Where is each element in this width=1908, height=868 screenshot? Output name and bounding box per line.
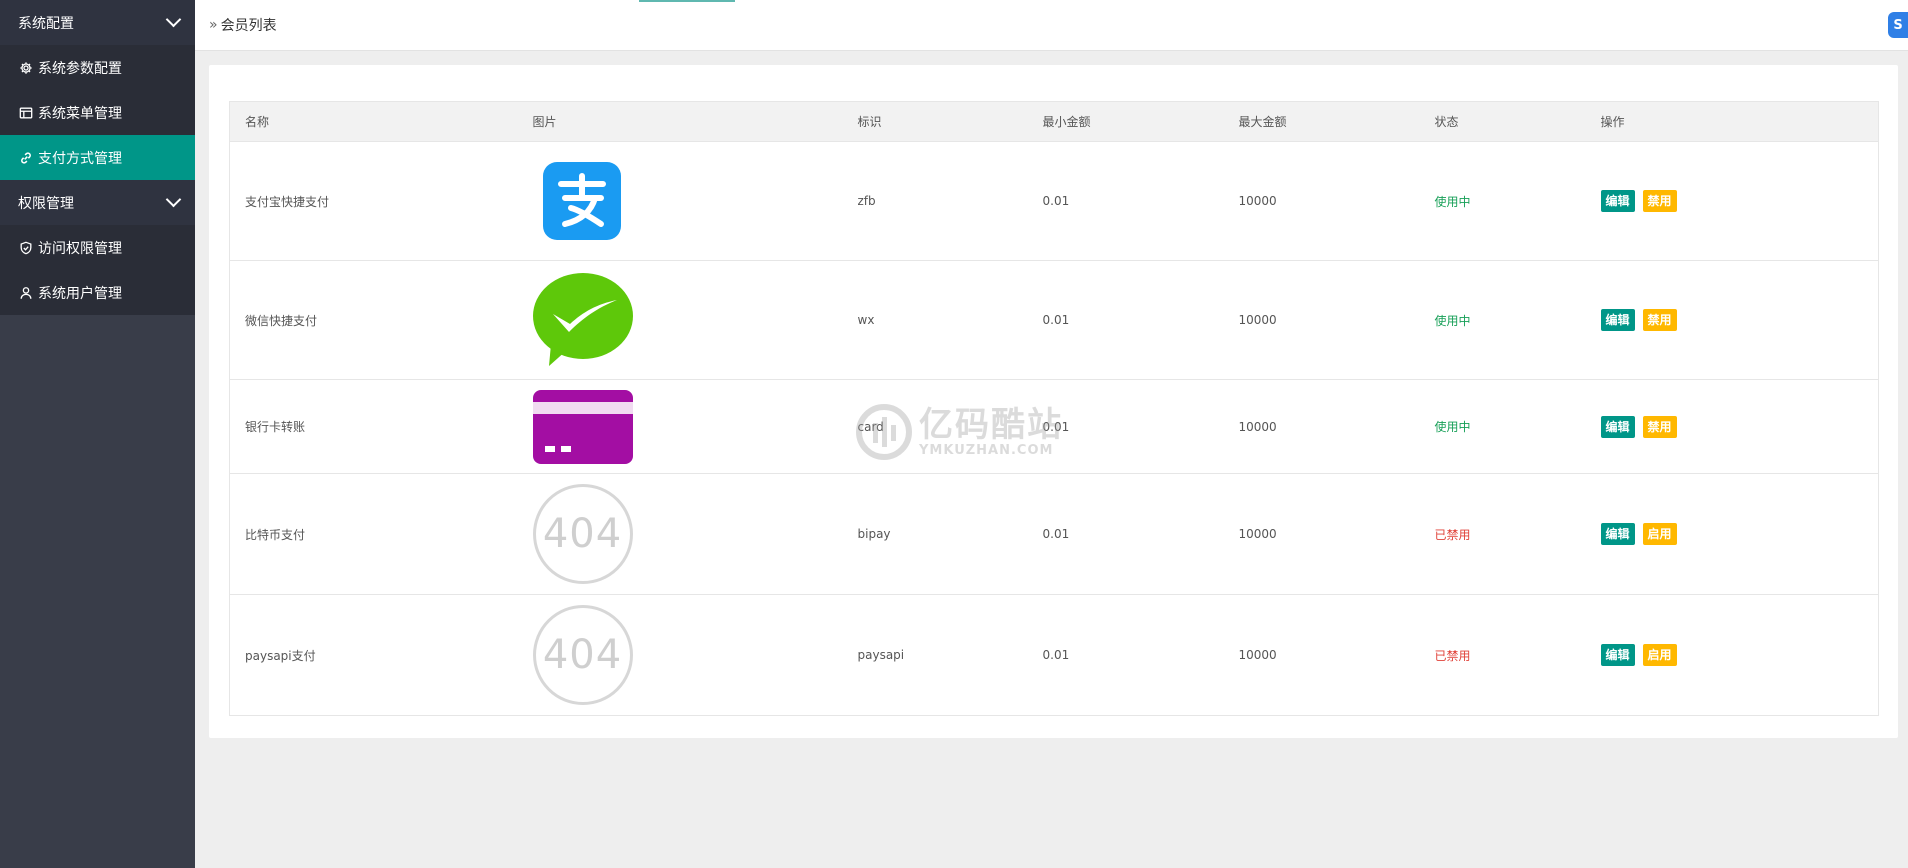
cell-code: bipay	[842, 473, 1028, 595]
table-header-row: 名称 图片 标识 最小金额 最大金额 状态 操作	[229, 101, 1879, 142]
corner-app-icon[interactable]: S	[1888, 12, 1908, 38]
sidebar-item-users[interactable]: 系统用户管理	[0, 270, 195, 315]
wechat-logo-icon	[532, 273, 633, 366]
table-row: 银行卡转账 card 0.01 10000 使用中 编辑 禁用	[229, 379, 1879, 474]
sidebar-item-label: 系统用户管理	[38, 285, 122, 302]
cell-image	[517, 379, 843, 474]
window-icon	[19, 106, 33, 120]
bank-card-icon	[532, 389, 633, 464]
cell-code: wx	[842, 260, 1028, 380]
disable-button[interactable]: 禁用	[1642, 190, 1677, 212]
cell-image	[517, 141, 843, 261]
column-header-image: 图片	[517, 101, 843, 142]
edit-button[interactable]: 编辑	[1600, 523, 1635, 545]
breadcrumb: 会员列表	[220, 18, 277, 34]
cell-name: paysapi支付	[229, 594, 518, 716]
chevron-down-icon	[165, 11, 182, 28]
status-badge: 使用中	[1419, 260, 1586, 380]
sidebar-item-label: 支付方式管理	[38, 150, 122, 167]
sidebar-item-label: 系统参数配置	[38, 60, 122, 77]
status-badge: 已禁用	[1419, 473, 1586, 595]
edit-button[interactable]: 编辑	[1600, 644, 1635, 666]
sidebar-item-menus[interactable]: 系统菜单管理	[0, 90, 195, 135]
sidebar: 系统配置 系统参数配置 系统菜单管理 支付方式管理 权限管理 访问权限管理 系统…	[0, 0, 195, 868]
sidebar-item-label: 系统菜单管理	[38, 105, 122, 122]
sidebar-item-label: 访问权限管理	[38, 240, 122, 257]
top-header: » 会员列表 S	[195, 0, 1908, 51]
cell-min: 0.01	[1027, 141, 1224, 261]
cell-name: 比特币支付	[229, 473, 518, 595]
cell-image	[517, 260, 843, 380]
cell-code: card	[842, 379, 1028, 474]
cell-image: 404	[517, 594, 843, 716]
cell-min: 0.01	[1027, 473, 1224, 595]
image-not-found: 404	[532, 484, 633, 584]
cell-code: zfb	[842, 141, 1028, 261]
image-not-found: 404	[532, 605, 633, 705]
column-header-name: 名称	[229, 101, 518, 142]
edit-button[interactable]: 编辑	[1600, 190, 1635, 212]
shield-check-icon	[19, 241, 33, 255]
column-header-status: 状态	[1419, 101, 1586, 142]
cell-max: 10000	[1223, 594, 1420, 716]
sidebar-item-payment-methods[interactable]: 支付方式管理	[0, 135, 195, 180]
cell-max: 10000	[1223, 379, 1420, 474]
table-row: 比特币支付 404 bipay 0.01 10000 已禁用 编辑 启用	[229, 473, 1879, 595]
cell-actions: 编辑 启用	[1585, 594, 1879, 716]
gear-icon	[19, 61, 33, 75]
content-card: 名称 图片 标识 最小金额 最大金额 状态 操作 支付宝快捷支付 zfb 0.0…	[209, 65, 1898, 738]
alipay-logo-icon	[542, 162, 621, 240]
cell-max: 10000	[1223, 141, 1420, 261]
cell-actions: 编辑 禁用	[1585, 260, 1879, 380]
nav-group-label: 系统配置	[18, 15, 74, 32]
nav-group-permissions[interactable]: 权限管理	[0, 180, 195, 225]
nav-group-system-config[interactable]: 系统配置	[0, 0, 195, 45]
cell-name: 微信快捷支付	[229, 260, 518, 380]
cell-name: 支付宝快捷支付	[229, 141, 518, 261]
cell-actions: 编辑 禁用	[1585, 141, 1879, 261]
column-header-code: 标识	[842, 101, 1028, 142]
cell-min: 0.01	[1027, 379, 1224, 474]
cell-actions: 编辑 启用	[1585, 473, 1879, 595]
double-chevron-right-icon: »	[209, 17, 217, 33]
tab-indicator	[639, 0, 735, 2]
table-row: paysapi支付 404 paysapi 0.01 10000 已禁用 编辑启…	[229, 594, 1879, 716]
column-header-max: 最大金额	[1223, 101, 1420, 142]
cell-image: 404	[517, 473, 843, 595]
enable-button[interactable]: 启用	[1642, 644, 1677, 666]
disable-button[interactable]: 禁用	[1642, 309, 1677, 331]
cell-name: 银行卡转账	[229, 379, 518, 474]
column-header-actions: 操作	[1585, 101, 1879, 142]
table-row: 微信快捷支付 wx 0.01 10000 使用中 编辑 禁用	[229, 260, 1879, 380]
status-badge: 已禁用	[1419, 594, 1586, 716]
status-badge: 使用中	[1419, 379, 1586, 474]
cell-max: 10000	[1223, 473, 1420, 595]
link-icon	[19, 151, 33, 165]
edit-button[interactable]: 编辑	[1600, 309, 1635, 331]
cell-min: 0.01	[1027, 594, 1224, 716]
table-row: 支付宝快捷支付 zfb 0.01 10000 使用中 编辑 禁用	[229, 141, 1879, 261]
nav-group-label: 权限管理	[18, 195, 74, 212]
cell-code: paysapi	[842, 594, 1028, 716]
cell-actions: 编辑 禁用	[1585, 379, 1879, 474]
enable-button[interactable]: 启用	[1642, 523, 1677, 545]
column-header-min: 最小金额	[1027, 101, 1224, 142]
user-icon	[19, 286, 33, 300]
status-badge: 使用中	[1419, 141, 1586, 261]
edit-button[interactable]: 编辑	[1600, 415, 1635, 438]
sidebar-item-params[interactable]: 系统参数配置	[0, 45, 195, 90]
sidebar-item-access[interactable]: 访问权限管理	[0, 225, 195, 270]
payment-methods-table: 名称 图片 标识 最小金额 最大金额 状态 操作 支付宝快捷支付 zfb 0.0…	[229, 101, 1879, 716]
chevron-down-icon	[165, 191, 182, 208]
cell-max: 10000	[1223, 260, 1420, 380]
disable-button[interactable]: 禁用	[1642, 415, 1677, 438]
cell-min: 0.01	[1027, 260, 1224, 380]
